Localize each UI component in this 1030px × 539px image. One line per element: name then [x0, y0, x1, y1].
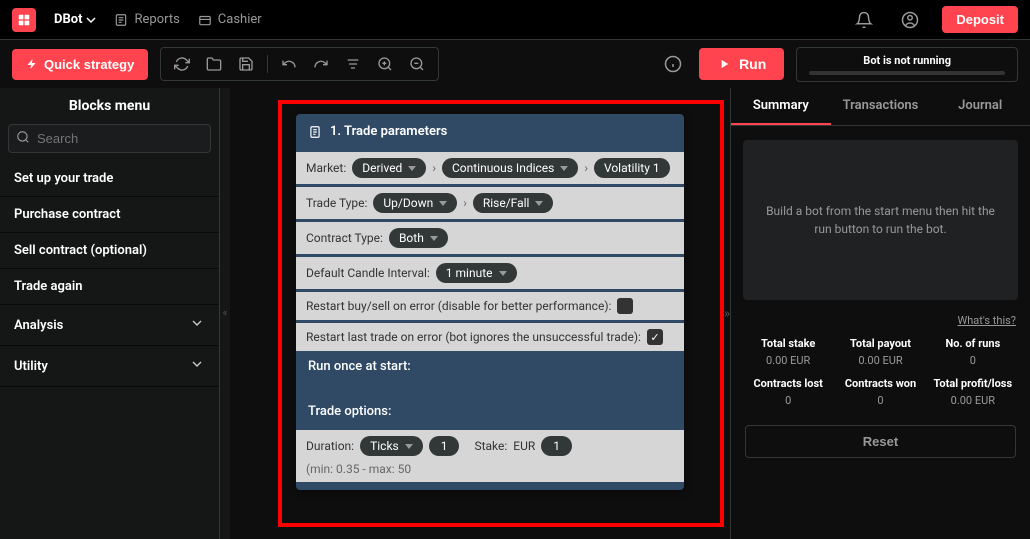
stat-contracts-lost-label: Contracts lost [745, 377, 831, 390]
reset-button[interactable]: Reset [745, 425, 1016, 458]
sidebar-item-trade-again[interactable]: Trade again [0, 269, 219, 305]
zoom-in-icon[interactable] [370, 52, 400, 76]
brand-label: DBot [54, 12, 82, 27]
sidebar-item-sell-contract[interactable]: Sell contract (optional) [0, 233, 219, 269]
stat-total-stake-label: Total stake [745, 337, 831, 350]
stat-contracts-lost-value: 0 [745, 394, 831, 407]
account-icon[interactable] [896, 6, 924, 34]
nav-cashier-label: Cashier [218, 12, 262, 27]
bot-status-label: Bot is not running [863, 54, 951, 67]
cashier-icon [198, 13, 212, 27]
bot-status: Bot is not running [796, 47, 1018, 82]
top-nav: DBot Reports Cashier Deposit [0, 0, 1030, 40]
stat-total-stake-value: 0.00 EUR [745, 354, 831, 367]
refresh-icon[interactable] [167, 52, 197, 76]
info-icon[interactable] [659, 50, 687, 78]
stat-contracts-won-value: 0 [837, 394, 923, 407]
duration-unit-dropdown[interactable]: Ticks [360, 436, 423, 456]
sidebar: Blocks menu Set up your trade Purchase c… [0, 88, 220, 539]
whats-this-link[interactable]: What's this? [731, 314, 1030, 327]
block-title: 1. Trade parameters [330, 124, 447, 139]
stat-profit-loss-label: Total profit/loss [930, 377, 1016, 390]
tradetype-updown-dropdown[interactable]: Up/Down [373, 193, 457, 213]
save-icon[interactable] [231, 52, 261, 76]
stat-profit-loss-value: 0.00 EUR [930, 394, 1016, 407]
chevron-down-icon [86, 15, 96, 25]
nav-cashier[interactable]: Cashier [198, 12, 262, 27]
row-restart-last: Restart last trade on error (bot ignores… [296, 323, 684, 351]
play-icon [717, 57, 731, 71]
notifications-icon[interactable] [850, 6, 878, 34]
app-logo-icon[interactable] [12, 8, 36, 32]
block-header: 1. Trade parameters [296, 114, 684, 149]
brand-dropdown[interactable]: DBot [54, 12, 96, 27]
sidebar-item-analysis[interactable]: Analysis [0, 305, 219, 346]
document-icon [308, 125, 322, 139]
stats-grid: Total stake 0.00 EUR Total payout 0.00 EUR… [731, 327, 1030, 417]
zoom-out-icon[interactable] [402, 52, 432, 76]
search-icon [16, 130, 30, 144]
trade-parameters-block[interactable]: 1. Trade parameters Market: Derived › Co… [296, 114, 684, 490]
redo-icon[interactable] [306, 52, 336, 76]
tradetype-risefall-dropdown[interactable]: Rise/Fall [473, 193, 554, 213]
workspace-expand-handle[interactable]: » [724, 306, 730, 321]
tab-summary[interactable]: Summary [731, 88, 831, 125]
row-restart-buysell: Restart buy/sell on error (disable for b… [296, 292, 684, 320]
nav-reports-label: Reports [134, 12, 179, 27]
sort-icon[interactable] [338, 52, 368, 76]
stat-total-payout-label: Total payout [837, 337, 923, 350]
stat-runs-value: 0 [930, 354, 1016, 367]
chevron-down-icon [189, 315, 205, 335]
run-button[interactable]: Run [699, 48, 784, 80]
tab-transactions[interactable]: Transactions [831, 88, 931, 125]
search-input[interactable] [8, 124, 211, 153]
duration-value-input[interactable]: 1 [429, 436, 460, 456]
sidebar-item-setup-trade[interactable]: Set up your trade [0, 161, 219, 197]
candle-interval-dropdown[interactable]: 1 minute [436, 263, 517, 283]
row-candle-interval: Default Candle Interval: 1 minute [296, 257, 684, 289]
tabs: Summary Transactions Journal [731, 88, 1030, 126]
info-message: Build a bot from the start menu then hit… [743, 140, 1018, 300]
market-continuous-indices-dropdown[interactable]: Continuous Indices [442, 158, 578, 178]
run-once-label: Run once at start: [296, 351, 684, 382]
toolbar-group [160, 47, 439, 81]
restart-last-checkbox[interactable] [647, 329, 663, 345]
deposit-button[interactable]: Deposit [942, 6, 1018, 33]
sidebar-title: Blocks menu [0, 88, 219, 124]
row-duration-stake: Duration: Ticks 1 Stake: EUR 1 (min: 0.3… [296, 430, 684, 482]
lightning-icon [26, 58, 38, 70]
market-volatility-dropdown[interactable]: Volatility 1 [594, 158, 670, 178]
toolbar: Quick strategy Run Bot is not running [0, 40, 1030, 88]
quick-strategy-button[interactable]: Quick strategy [12, 49, 148, 80]
row-contracttype: Contract Type: Both [296, 222, 684, 254]
undo-icon[interactable] [274, 52, 304, 76]
stat-runs-label: No. of runs [930, 337, 1016, 350]
stat-contracts-won-label: Contracts won [837, 377, 923, 390]
row-market: Market: Derived › Continuous Indices › V… [296, 152, 684, 184]
nav-reports[interactable]: Reports [114, 12, 179, 27]
row-tradetype: Trade Type: Up/Down › Rise/Fall [296, 187, 684, 219]
trade-options-label: Trade options: [296, 396, 684, 427]
sidebar-collapse-handle[interactable]: « [220, 88, 230, 539]
stat-total-payout-value: 0.00 EUR [837, 354, 923, 367]
run-label: Run [739, 56, 766, 72]
chevron-down-icon [189, 356, 205, 376]
open-folder-icon[interactable] [199, 52, 229, 76]
tab-journal[interactable]: Journal [930, 88, 1030, 125]
sidebar-item-purchase-contract[interactable]: Purchase contract [0, 197, 219, 233]
stake-value-input[interactable]: 1 [541, 436, 572, 456]
bot-status-bar [809, 71, 1005, 75]
reports-icon [114, 13, 128, 27]
right-panel: Summary Transactions Journal Build a bot… [730, 88, 1030, 539]
workspace[interactable]: 1. Trade parameters Market: Derived › Co… [230, 88, 730, 539]
quick-strategy-label: Quick strategy [44, 57, 134, 72]
restart-buysell-checkbox[interactable] [617, 298, 633, 314]
sidebar-item-utility[interactable]: Utility [0, 346, 219, 387]
market-derived-dropdown[interactable]: Derived [352, 158, 426, 178]
contracttype-dropdown[interactable]: Both [389, 228, 448, 248]
